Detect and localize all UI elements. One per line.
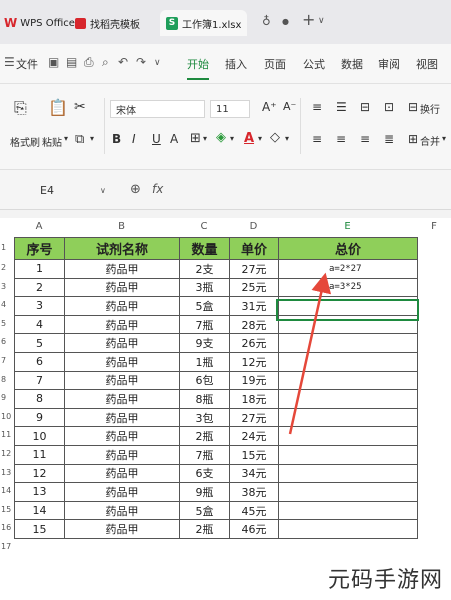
fill-color-icon[interactable]: ◈ <box>216 130 226 145</box>
paste-button[interactable]: 粘贴 <box>42 134 62 149</box>
menu-tab-page[interactable]: 页面 <box>264 56 286 72</box>
align-bottom-icon[interactable]: ⊟ <box>360 100 370 114</box>
fx-icon[interactable]: fx <box>152 182 163 196</box>
menu-tab-home[interactable]: 开始 <box>187 56 209 72</box>
font-size-select[interactable]: 11 <box>210 100 250 118</box>
chevron-down-icon[interactable]: ∨ <box>100 186 106 195</box>
tab-label: WPS Office <box>20 17 75 29</box>
wrap-icon[interactable]: ⊟ <box>408 100 418 114</box>
annotation-arrow <box>288 272 332 435</box>
tab-workbook[interactable]: S 工作簿1.xlsx <box>160 10 248 36</box>
tab-wps-office[interactable]: W WPS Office <box>4 10 75 36</box>
chevron-down-icon[interactable]: ▾ <box>203 134 207 143</box>
menu-tab-formula[interactable]: 公式 <box>303 56 325 72</box>
eraser-icon[interactable]: ◇ <box>270 130 280 145</box>
align-center-icon[interactable]: ≡ <box>336 132 346 146</box>
menu-tab-data[interactable]: 数据 <box>341 56 363 72</box>
menu-tab-view[interactable]: 视图 <box>416 56 438 72</box>
bold-button[interactable]: B <box>112 132 121 146</box>
divider <box>104 98 105 154</box>
strikethrough-button[interactable]: A <box>170 132 178 146</box>
formula-bar: E4 ∨ ⊕ fx <box>0 170 451 210</box>
align-left-icon[interactable]: ≡ <box>312 132 322 146</box>
menu-file[interactable]: 文件 <box>16 56 38 72</box>
name-box[interactable]: E4 <box>40 184 54 197</box>
preview-icon[interactable]: ⌕ <box>102 55 109 70</box>
wrap-text-button[interactable]: 换行 <box>420 101 440 116</box>
save-icon[interactable]: ▣ <box>48 55 59 69</box>
chevron-down-icon[interactable]: ▾ <box>442 134 446 143</box>
merge-cells-button[interactable]: 合并 <box>420 133 440 148</box>
paste-icon[interactable]: 📋 <box>48 98 68 117</box>
template-logo-icon <box>75 17 86 29</box>
format-painter-icon[interactable]: ⎘ <box>14 98 27 118</box>
indent-icon[interactable]: ⊡ <box>384 100 394 114</box>
format-painter-button[interactable]: 格式刷 <box>10 134 40 149</box>
add-tab-button[interactable]: + <box>302 10 315 29</box>
chevron-down-icon[interactable]: ▾ <box>64 134 68 143</box>
export-pdf-icon[interactable]: ▤ <box>66 55 77 69</box>
chevron-down-icon[interactable]: ∨ <box>318 16 325 26</box>
undo-icon[interactable]: ↶ <box>118 55 128 69</box>
justify-icon[interactable]: ≣ <box>384 132 394 146</box>
align-middle-icon[interactable]: ☰ <box>336 100 347 114</box>
tab-template[interactable]: 找稻壳模板 <box>75 10 140 36</box>
chevron-down-icon[interactable]: ∨ <box>154 58 161 68</box>
menu-tab-review[interactable]: 审阅 <box>378 56 400 72</box>
tab-label: 找稻壳模板 <box>90 19 140 31</box>
font-grow-icon[interactable]: A⁺ <box>262 100 277 114</box>
zoom-icon[interactable]: ⊕ <box>130 182 141 197</box>
sheet-logo-icon: S <box>166 16 178 30</box>
tab-label: 工作簿1.xlsx <box>182 19 242 31</box>
underline-button[interactable]: U <box>152 132 161 146</box>
align-top-icon[interactable]: ≡ <box>312 100 322 114</box>
divider <box>300 98 301 154</box>
chevron-down-icon[interactable]: ▾ <box>230 134 234 143</box>
menu-tab-insert[interactable]: 插入 <box>225 56 247 72</box>
menu-bar: ☰ 文件 ▣ ▤ ⎙ ⌕ ↶ ↷ ∨ 开始 插入 页面 公式 数据 审阅 视图 <box>0 44 451 84</box>
bulb-icon[interactable]: ♁ <box>262 14 271 28</box>
active-tab-underline <box>187 78 209 80</box>
ribbon-toolbar: ⎘ 格式刷 📋 粘贴 ▾ ✂ ⧉ ▾ 宋体 11 A⁺ A⁻ B I U A ⊞… <box>0 84 451 170</box>
red-arrow <box>288 272 332 435</box>
copy-icon[interactable]: ⧉ <box>75 132 84 147</box>
menu-icon[interactable]: ☰ <box>4 55 15 69</box>
merge-icon[interactable]: ⊞ <box>408 132 418 146</box>
title-bar: W WPS Office 找稻壳模板 S 工作簿1.xlsx ♁ ● + ∨ <box>0 0 451 44</box>
align-right-icon[interactable]: ≡ <box>360 132 370 146</box>
wps-logo-icon: W <box>4 16 18 30</box>
dot-icon: ● <box>282 17 289 26</box>
font-color-button[interactable]: A <box>244 131 254 146</box>
border-icon[interactable]: ⊞ <box>190 131 201 146</box>
font-shrink-icon[interactable]: A⁻ <box>283 100 296 113</box>
cut-icon[interactable]: ✂ <box>74 99 86 115</box>
chevron-down-icon[interactable]: ▾ <box>258 134 262 143</box>
print-icon[interactable]: ⎙ <box>84 55 94 70</box>
spreadsheet-grid[interactable]: A B C D E F 1 2 3 4 5 6 7 8 9 10 11 12 13 14 15 16 17 序号… <box>0 218 451 600</box>
watermark: 元码手游网 <box>327 568 443 593</box>
font-name-select[interactable]: 宋体 <box>110 100 205 118</box>
chevron-down-icon[interactable]: ▾ <box>285 134 289 143</box>
chevron-down-icon[interactable]: ▾ <box>90 134 94 143</box>
italic-button[interactable]: I <box>132 132 136 146</box>
redo-icon[interactable]: ↷ <box>136 55 146 69</box>
